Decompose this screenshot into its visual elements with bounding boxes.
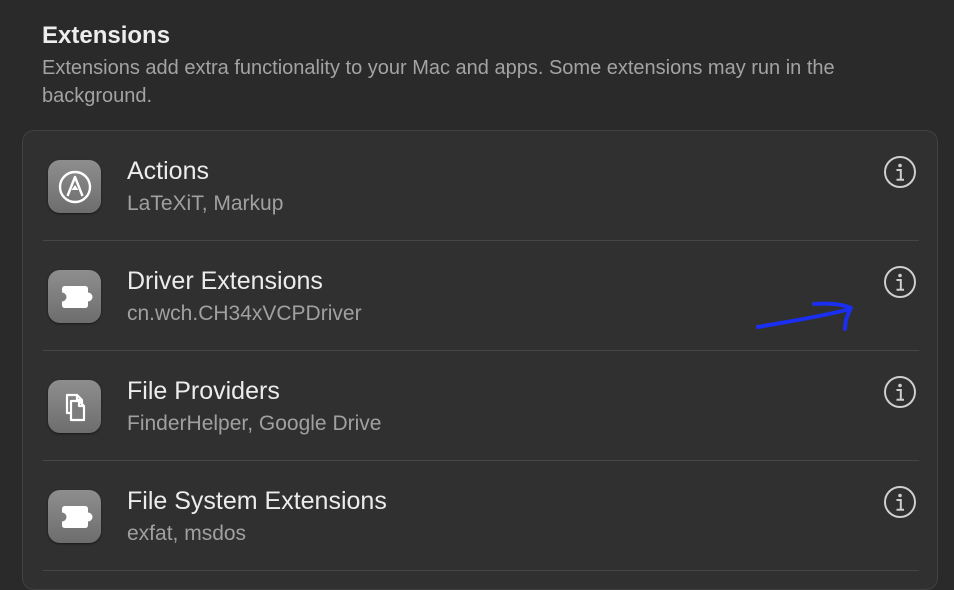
puzzle-piece-icon (48, 490, 101, 543)
info-button[interactable] (883, 155, 917, 189)
info-circle-icon (884, 486, 916, 518)
info-circle-icon (884, 266, 916, 298)
extension-row-file-providers[interactable]: File Providers FinderHelper, Google Driv… (43, 351, 919, 461)
extension-row-file-system-extensions[interactable]: File System Extensions exfat, msdos (43, 461, 919, 571)
extension-subtitle: exfat, msdos (127, 522, 247, 545)
info-circle-icon (884, 156, 916, 188)
extension-subtitle: LaTeXiT, Markup (127, 192, 284, 215)
extension-title: Actions (127, 157, 209, 185)
section-title: Extensions (42, 22, 171, 49)
info-button[interactable] (883, 485, 917, 519)
extension-title: File Providers (127, 377, 280, 405)
extensions-list: Actions LaTeXiT, Markup Driver Extension… (22, 130, 938, 590)
extension-subtitle: cn.wch.CH34xVCPDriver (127, 302, 362, 325)
section-description: Extensions add extra functionality to yo… (42, 57, 835, 107)
info-button[interactable] (883, 375, 917, 409)
documents-icon (48, 380, 101, 433)
extension-subtitle: FinderHelper, Google Drive (127, 412, 382, 435)
actions-icon (48, 160, 101, 213)
info-circle-icon (884, 376, 916, 408)
extension-title: File System Extensions (127, 487, 387, 515)
row-divider (43, 570, 919, 571)
extension-title: Driver Extensions (127, 267, 323, 295)
puzzle-piece-icon (48, 270, 101, 323)
extension-row-actions[interactable]: Actions LaTeXiT, Markup (43, 131, 919, 241)
extensions-section-header: Extensions Extensions add extra function… (42, 20, 922, 110)
info-button[interactable] (883, 265, 917, 299)
extension-row-driver-extensions[interactable]: Driver Extensions cn.wch.CH34xVCPDriver (43, 241, 919, 351)
